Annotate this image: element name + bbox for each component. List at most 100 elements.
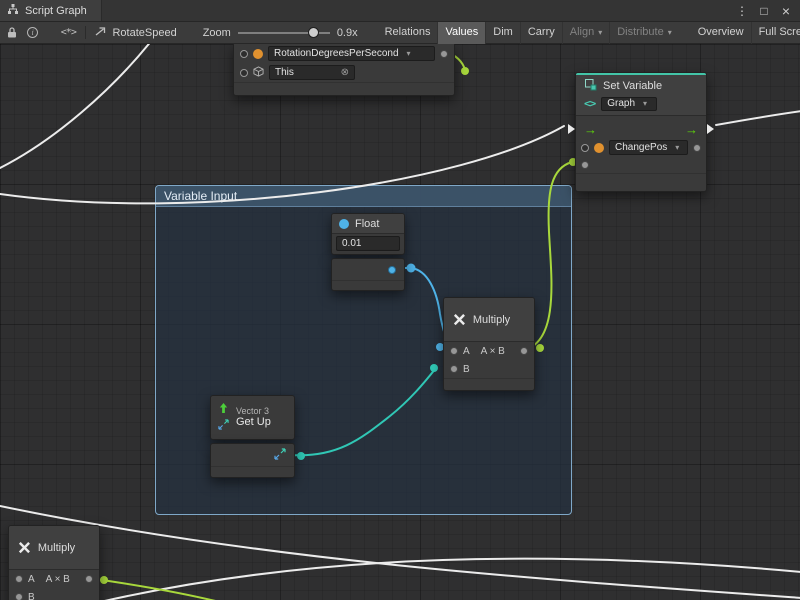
port-input-b[interactable] [15, 593, 23, 600]
info-icon[interactable]: i [26, 22, 38, 44]
float-type-icon [339, 219, 349, 229]
graph-arrow-icon [94, 26, 107, 40]
toolbar-button-relations[interactable]: Relations [378, 22, 438, 44]
wire-white-bottom-2[interactable] [100, 559, 800, 600]
script-graph-window: Script Graph ⋮ □ × i <*> RotateSpeed Zoo… [0, 0, 800, 600]
chevron-down-icon: ▾ [675, 143, 679, 152]
wire-teal-getup-to-multiply-b[interactable] [291, 368, 436, 455]
node-header: Set Variable <> Graph ▾ [576, 75, 706, 116]
vector-axes-icon [218, 419, 229, 433]
node-title: Multiply [473, 314, 510, 326]
flow-output-triangle[interactable] [707, 124, 714, 134]
toolbar-divider [85, 26, 86, 39]
port-output-result[interactable] [85, 575, 93, 583]
node-header: × Multiply [9, 526, 99, 570]
node-title: Multiply [38, 542, 75, 554]
node-footer [444, 378, 534, 390]
wire-white-from-set-variable[interactable] [716, 111, 800, 125]
toolbar-button-values[interactable]: Values [437, 22, 485, 44]
port-output-value[interactable] [693, 144, 701, 152]
port-row-b: B [444, 360, 534, 378]
multiply-icon: × [18, 537, 31, 559]
port-row-a: A A × B [444, 342, 534, 360]
port-input-target[interactable] [240, 69, 248, 77]
kebab-menu-icon[interactable]: ⋮ [735, 0, 749, 22]
port-input-value[interactable] [581, 161, 589, 169]
flow-row: → → [576, 120, 706, 138]
node-title: Float [355, 218, 379, 230]
multiply-icon: × [453, 309, 466, 331]
port-input-a[interactable] [15, 575, 23, 583]
node-float[interactable]: Float 0.01 [331, 213, 405, 255]
lock-icon[interactable] [6, 22, 18, 44]
titlebar-controls: ⋮ □ × [735, 0, 800, 22]
port-input[interactable] [581, 144, 589, 152]
graph-toolbar: i <*> RotateSpeed Zoom 0.9x Relations Va… [0, 22, 800, 44]
value-input-row [576, 157, 706, 173]
graph-canvas[interactable]: Variable Input [0, 44, 800, 600]
variable-name-dropdown[interactable]: RotationDegreesPerSecond ▾ [268, 46, 435, 61]
node-title: Get Up [236, 416, 271, 429]
node-footer [576, 173, 706, 191]
node-get-variable[interactable]: RotationDegreesPerSecond ▾ This ⊗ [233, 44, 455, 96]
output-row [332, 259, 404, 280]
port-output-value[interactable] [440, 50, 448, 58]
node-get-up-output[interactable] [210, 443, 295, 478]
port-input-a[interactable] [450, 347, 458, 355]
variable-name-row: ChangePos ▾ [576, 138, 706, 157]
flow-in-arrow-icon[interactable]: → [584, 123, 597, 136]
flow-out-arrow-icon[interactable]: → [685, 123, 698, 136]
up-arrow-icon [218, 402, 229, 417]
zoom-control: Zoom 0.9x [203, 24, 358, 42]
toolbar-button-carry[interactable]: Carry [520, 22, 562, 44]
port-output-float[interactable] [388, 266, 396, 274]
node-header: × Multiply [444, 298, 534, 342]
node-footer [234, 82, 454, 95]
variable-port-icon [253, 49, 263, 59]
zoom-slider[interactable] [238, 24, 330, 42]
toolbar-button-dim[interactable]: Dim [485, 22, 520, 44]
zoom-slider-handle[interactable] [308, 27, 319, 38]
variable-name-dropdown[interactable]: ChangePos ▾ [609, 140, 688, 155]
float-value-field[interactable]: 0.01 [336, 236, 400, 251]
node-float-output[interactable] [331, 258, 405, 291]
scope-dropdown[interactable]: Graph ▾ [601, 97, 657, 111]
toolbar-button-overview[interactable]: Overview [691, 22, 751, 44]
variable-type-icon: <> [584, 97, 595, 110]
node-multiply-2[interactable]: × Multiply A A × B B [8, 525, 100, 600]
wire-white-bottom-1[interactable] [0, 506, 800, 598]
vector-output-icon[interactable] [274, 448, 286, 463]
clear-target-icon[interactable]: ⊗ [341, 68, 349, 78]
wire-white-topleft[interactable] [0, 44, 152, 168]
toolbar-button-align[interactable]: Align▾ [562, 22, 609, 44]
target-field[interactable]: This ⊗ [269, 65, 355, 80]
toolbar-button-distribute[interactable]: Distribute▾ [609, 22, 678, 44]
maximize-icon[interactable]: □ [757, 0, 771, 22]
port-input-b[interactable] [450, 365, 458, 373]
chevron-down-icon: ▾ [668, 28, 672, 37]
window-title: Script Graph [25, 5, 87, 17]
zoom-label: Zoom [203, 27, 231, 39]
toolbar-button-fullscreen[interactable]: Full Screen [751, 22, 800, 44]
close-icon[interactable]: × [779, 0, 793, 22]
chevron-down-icon: ▾ [598, 28, 602, 37]
graph-breadcrumb[interactable]: RotateSpeed [94, 26, 176, 40]
node-header: Vector 3 Get Up [211, 396, 294, 439]
node-type-label: Vector 3 [236, 406, 271, 417]
code-preview-icon[interactable]: <*> [61, 22, 76, 44]
script-graph-icon [7, 3, 19, 18]
flow-input-triangle[interactable] [568, 124, 575, 134]
node-multiply[interactable]: × Multiply A A × B B [443, 297, 535, 391]
target-row: This ⊗ [234, 63, 454, 82]
node-header: Float [332, 214, 404, 234]
port-row-b: B [9, 588, 99, 600]
tab-script-graph[interactable]: Script Graph [0, 0, 102, 21]
port-row-a: A A × B [9, 570, 99, 588]
set-variable-icon [584, 78, 597, 94]
wire-white-to-set-variable[interactable] [0, 126, 564, 203]
node-get-up[interactable]: Vector 3 Get Up [210, 395, 295, 440]
port-input[interactable] [240, 50, 248, 58]
chevron-down-icon: ▾ [643, 99, 647, 108]
port-output-result[interactable] [520, 347, 528, 355]
node-set-variable[interactable]: Set Variable <> Graph ▾ → → [575, 72, 707, 192]
